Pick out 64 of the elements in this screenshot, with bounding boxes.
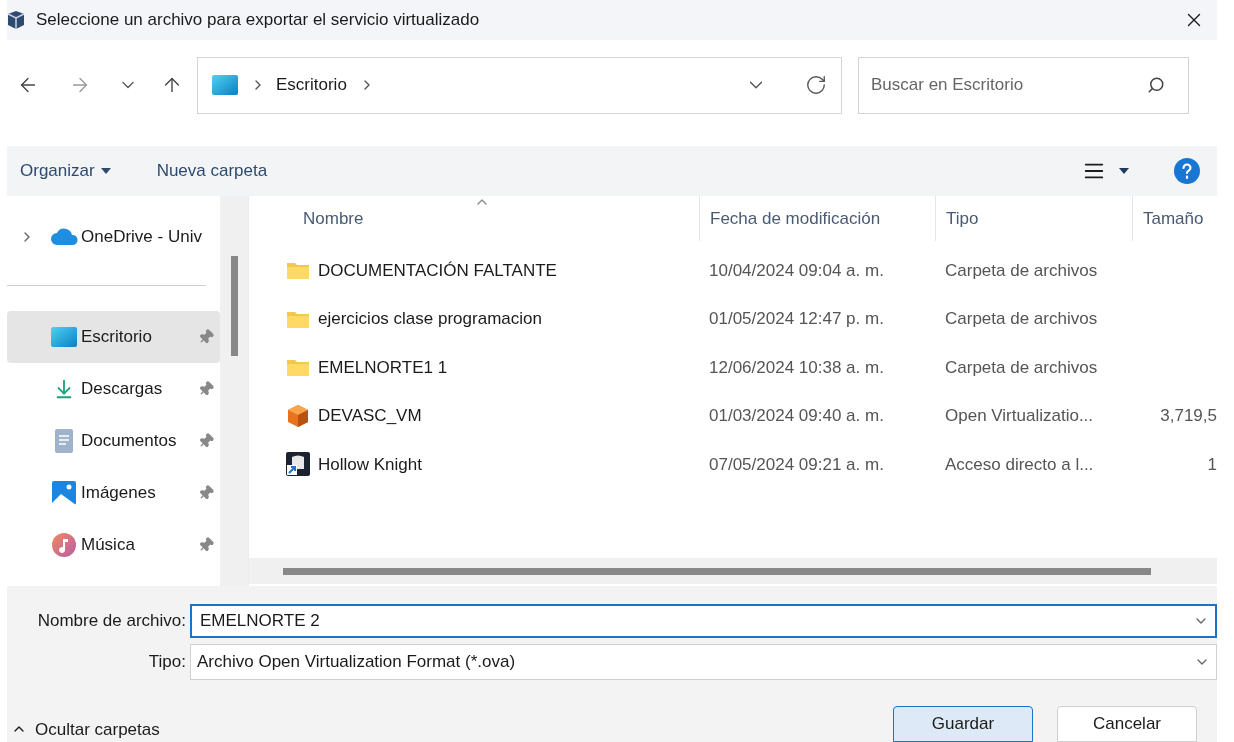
file-name[interactable]: EMELNORTE1 1 [318,354,448,380]
breadcrumb-item[interactable]: Escritorio [276,72,347,98]
dialog-button[interactable]: Guardar [893,706,1033,742]
hide-folders-button[interactable]: Ocultar carpetas [11,716,160,742]
folder-icon [286,260,310,281]
picture-icon [52,481,76,505]
scrollbar-thumb[interactable] [230,256,238,356]
column-header[interactable]: Tipo [935,196,1132,241]
table-cell-text: 12/06/2024 10:38 a. m. [708,356,885,379]
column-header[interactable]: Nombre [249,196,699,241]
refresh-icon[interactable] [805,74,827,96]
table-cell-text: Open Virtualizatio... [944,405,1095,427]
search-icon [1147,75,1165,94]
sidebar-item[interactable]: Documentos [7,415,220,467]
sidebar-label: Música [81,534,135,557]
file-type-label: Tipo: [147,651,187,674]
dialog-button[interactable]: Cancelar [1057,706,1197,742]
window-title: Seleccione un archivo para exportar el servicio virtualizado [36,9,480,32]
file-name[interactable]: ejercicios clase programacion [318,306,542,332]
table-cell-text: 01/05/2024 12:47 p. m. [708,308,885,330]
table-cell-text: 01/03/2024 09:40 a. m. [708,405,885,427]
column-header[interactable]: Tamaño [1132,196,1217,241]
column-header[interactable]: Fecha de modificación [699,196,935,241]
cube-icon [286,403,310,428]
file-name[interactable]: DEVASC_VM [318,403,422,429]
search-field[interactable]: Buscar en Escritorio [858,56,1189,114]
table-cell-text: 1 [1206,453,1217,476]
table-cell-text: Carpeta de archivos [944,308,1099,330]
sidebar-item[interactable]: Música [7,519,220,571]
table-cell-text: 3,719,5 [1159,405,1217,427]
sidebar-label: Imágenes [81,482,156,505]
sidebar-item[interactable]: Descargas [7,363,220,415]
address-bar[interactable]: Escritorio [197,56,842,114]
sidebar-item[interactable]: Imágenes [7,467,220,519]
file-type-select[interactable]: Archivo Open Virtualization Format (*.ova) [190,644,1217,680]
caret-icon [100,168,111,174]
file-name-field[interactable]: EMELNORTE 2 [190,604,1217,638]
horizontal-scrollbar-thumb[interactable] [283,567,1151,575]
cloud-icon [50,228,78,246]
sidebar-label: OneDrive - Univ [81,226,202,249]
organize-button[interactable]: Organizar [20,158,111,184]
table-cell-text: Carpeta de archivos [944,259,1099,282]
document-icon [54,428,74,454]
caret-icon[interactable] [1119,168,1129,174]
app-logo-icon [6,10,26,30]
sidebar-label: Descargas [81,378,163,401]
desktop-icon [51,327,77,347]
file-name[interactable]: Hollow Knight [318,451,422,477]
file-name-label: Nombre de archivo: [36,610,187,633]
help-icon[interactable] [1173,157,1201,185]
sidebar-item[interactable]: Escritorio [7,311,220,363]
shortcut-icon [285,451,311,478]
table-cell-text: 10/04/2024 09:04 a. m. [708,259,885,282]
sidebar-label: Escritorio [81,326,152,349]
table-cell-text: Carpeta de archivos [944,356,1099,379]
music-icon [52,533,76,557]
folder-icon [286,357,310,378]
sidebar-label: Documentos [81,430,177,453]
table-cell-text: Acceso directo a l... [944,453,1095,476]
table-cell-text: 07/05/2024 09:21 a. m. [708,453,885,476]
desktop-icon [212,75,238,95]
sidebar-item[interactable]: OneDrive - Univ [7,211,220,263]
file-name[interactable]: DOCUMENTACIÓN FALTANTE [318,257,557,283]
new-folder-button[interactable]: Nueva carpeta [156,158,268,184]
